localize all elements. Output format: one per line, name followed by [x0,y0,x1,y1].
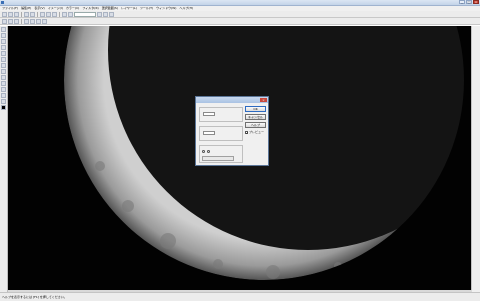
gradient-icon[interactable] [30,18,35,24]
redo-icon[interactable] [30,11,35,17]
group-3-radios [202,150,211,153]
toolbar-separator [59,11,60,17]
lasso-tool-icon[interactable] [1,39,6,44]
copy-icon[interactable] [46,11,51,17]
undo-icon[interactable] [24,11,29,17]
eraser-tool-icon[interactable] [1,75,6,80]
dialog-title-bar: × [196,97,268,103]
cancel-button[interactable]: キャンセル [245,114,266,120]
resize-icon[interactable] [109,11,114,17]
select-tool-icon[interactable] [1,27,6,32]
zoom-out-icon[interactable] [68,11,73,17]
eyedropper-tool-icon[interactable] [1,57,6,62]
ok-button[interactable]: OK [245,106,266,112]
wand-tool-icon[interactable] [1,45,6,50]
zoom-tool-icon[interactable] [1,93,6,98]
text-tool-icon[interactable] [1,87,6,92]
preview-check-icon[interactable]: ✓ [245,130,249,134]
help-button[interactable]: ヘルプ [245,122,266,128]
pen-icon[interactable] [8,18,13,24]
text-icon[interactable] [36,18,41,24]
new-icon[interactable] [2,11,7,17]
open-icon[interactable] [8,11,13,17]
rotate-icon[interactable] [97,11,102,17]
tool-palette [0,26,8,292]
fill-icon[interactable] [24,18,29,24]
group-1-value-input[interactable] [203,112,215,116]
shape-icon[interactable] [42,18,47,24]
move-tool-icon[interactable] [1,33,6,38]
minimize-button[interactable]: _ [459,0,465,4]
option-1-radio[interactable] [202,150,205,153]
group-2-row [202,131,216,135]
crop-tool-icon[interactable] [1,51,6,56]
hand-tool-icon[interactable] [1,99,6,104]
brush-icon[interactable] [2,18,7,24]
toolbar-separator [21,11,22,17]
window-controls: _ □ × [459,0,479,5]
cut-icon[interactable] [40,11,45,17]
main-toolbar [0,11,480,18]
image-canvas[interactable]: × OK キャンセル ヘルプ ✓ プレビュー [8,26,472,292]
dialog-window: × OK キャンセル ヘルプ ✓ プレビュー [195,96,269,166]
zoom-in-icon[interactable] [62,11,67,17]
crop-icon[interactable] [103,11,108,17]
preview-label: プレビュー [249,130,265,134]
pencil-tool-icon[interactable] [1,69,6,74]
zoom-field[interactable] [74,11,96,17]
toolbar-separator [37,11,38,17]
preview-checkbox[interactable]: ✓ プレビュー [245,130,264,134]
dialog-close-button[interactable]: × [260,98,267,102]
paste-icon[interactable] [52,11,57,17]
maximize-button[interactable]: □ [466,0,472,4]
bucket-tool-icon[interactable] [1,81,6,86]
group-box-2 [199,126,243,141]
app-icon [1,1,4,4]
group-box-1 [199,107,243,122]
group-3-select-row [202,156,234,161]
group-1-row [202,112,216,116]
option-2-radio[interactable] [207,150,210,153]
close-button[interactable]: × [473,0,479,4]
eraser-icon[interactable] [14,18,19,24]
group-2-value-input[interactable] [203,131,215,135]
toolbar-separator [21,18,22,24]
color-swatch-icon[interactable] [1,105,6,110]
method-select[interactable] [202,156,234,161]
group-box-3 [199,145,243,163]
vertical-scrollbar[interactable] [471,26,480,292]
options-toolbar [0,18,480,25]
save-icon[interactable] [14,11,19,17]
brush-tool-icon[interactable] [1,63,6,68]
